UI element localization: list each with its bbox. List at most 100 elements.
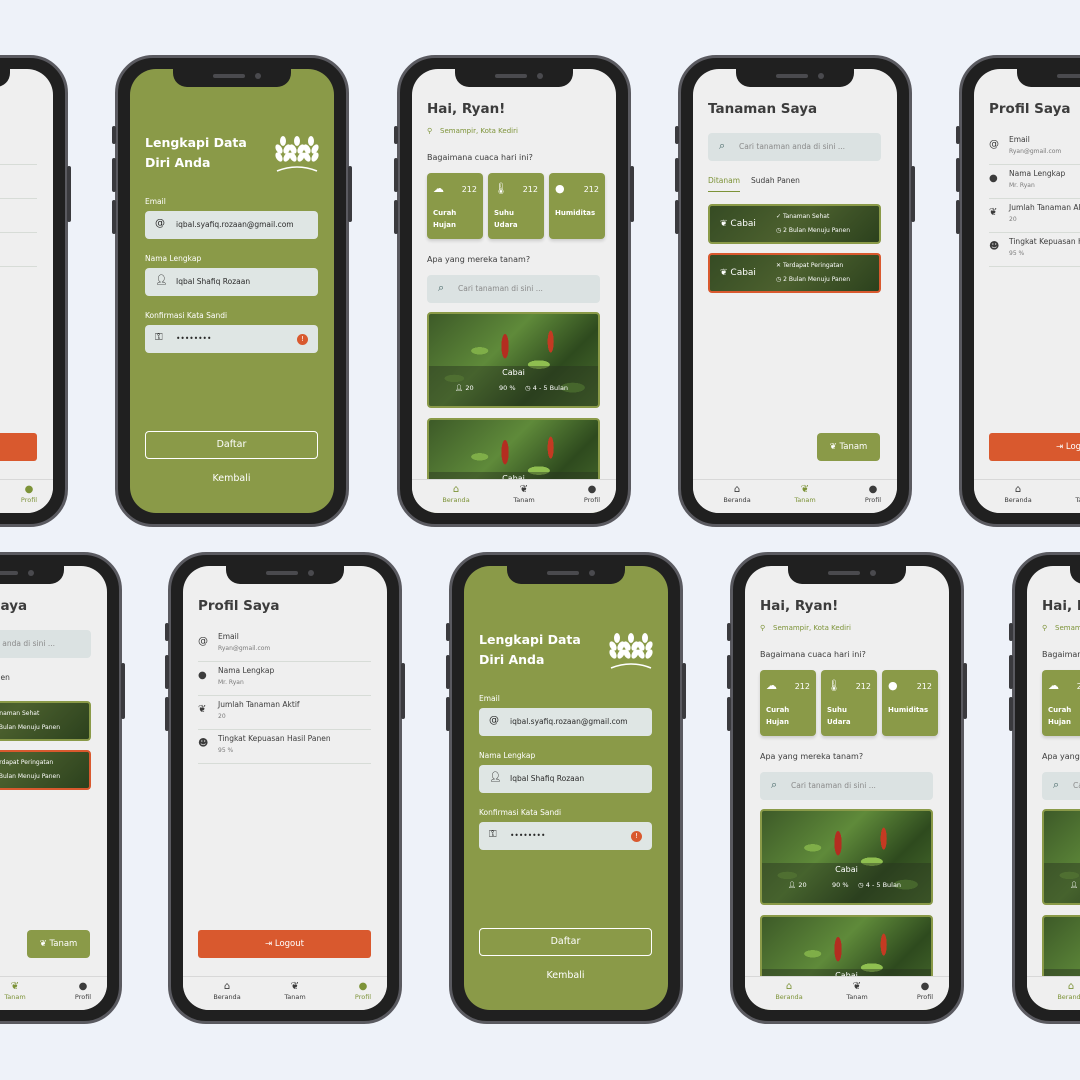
email-field[interactable]: @ iqbal.syafiq.rozaan@gmail.com <box>145 211 318 239</box>
cloud-rain-icon: ☁ <box>1048 679 1059 692</box>
pw-field[interactable]: ⚿ ••••••••! <box>145 325 318 353</box>
tab-sudah-panen[interactable]: Sudah Panen <box>0 673 10 682</box>
nav-beranda[interactable]: ⌂Beranda <box>988 484 1048 504</box>
bottom-nav: ⌂Beranda ❦Tanam ●Profil <box>745 976 949 1010</box>
nav-tanam[interactable]: ❦Tanam <box>827 981 887 1001</box>
plant-question: Apa yang mereka tanam? <box>760 752 864 761</box>
nav-beranda[interactable]: ⌂Beranda <box>707 484 767 504</box>
form-title: Lengkapi Data Diri Anda <box>479 632 581 667</box>
page-title: Tanaman Saya <box>708 101 818 117</box>
phone-mockup-tanam: Tanaman Saya⌕Cari tanaman anda di sini .… <box>0 552 125 1024</box>
screen-form: Lengkapi Data Diri Anda Email @ iqbal.syafiq… <box>130 69 334 513</box>
screen-home: Hai, Ryan! ⚲ Semampir, Kota Kediri Bagaiman… <box>745 566 949 1010</box>
home-icon: ⌂ <box>223 981 231 992</box>
nav-tanam[interactable]: ❦Tanam <box>0 981 45 1001</box>
plant-card[interactable]: Cabai 👤︎ 20 90 % ◷ 4 - 5 Bulan <box>1042 809 1080 905</box>
screen-tanam: Tanaman Saya⌕Cari tanaman anda di sini .… <box>0 566 107 1010</box>
field-icon: 👤︎ <box>155 275 168 286</box>
daftar-button[interactable]: Daftar <box>145 431 318 459</box>
nav-beranda[interactable]: ⌂Beranda <box>426 484 486 504</box>
greeting-title: Hai, Ryan! <box>427 101 506 117</box>
search-input[interactable]: ⌕ Cari tanaman di sini ... <box>427 275 600 303</box>
weather-question: Bagaimana cuaca hari ini? <box>427 153 533 162</box>
kembali-link[interactable]: Kembali <box>479 970 652 981</box>
search-input[interactable]: ⌕ Cari tanaman di sini ... <box>1042 772 1080 800</box>
name-label: Nama Lengkap <box>479 751 536 760</box>
logout-button[interactable]: ⇥ Logout <box>989 433 1080 461</box>
nav-tanam[interactable]: ❦Tanam <box>775 484 835 504</box>
phone-mockup-profil: Profil Saya@EmailRyan@gmail.com●Nama Len… <box>0 55 71 527</box>
nav-profil[interactable]: ● Profil <box>333 981 387 1001</box>
screen-tanam: Tanaman Saya ⌕Cari tanaman anda di sini .… <box>693 69 897 513</box>
nav-profil[interactable]: ● Profil <box>0 484 53 504</box>
nav-profil[interactable]: ● Profil <box>843 484 897 504</box>
row-value: 95 % <box>1009 250 1025 257</box>
phone-mockup-profil: Profil Saya@EmailRyan@gmail.com●Nama Len… <box>165 552 405 1024</box>
plant-name: Cabai <box>502 368 525 377</box>
harvest-time: ◷ 2 Bulan Menuju Panen <box>776 276 851 283</box>
nav-tanam[interactable]: ❦Tanam <box>494 484 554 504</box>
status-text: ✓ Tanaman Sehat <box>0 710 40 717</box>
plant-question: Apa yang mereka tanam? <box>427 255 531 264</box>
nav-tanam[interactable]: ❦Tanam <box>265 981 325 1001</box>
nav-profil[interactable]: ● Profil <box>562 484 616 504</box>
tanam-button[interactable]: ❦ Tanam <box>817 433 880 461</box>
row-label: Nama Lengkap <box>1009 169 1066 178</box>
name-label: Nama Lengkap <box>145 254 202 263</box>
plant-card[interactable]: Cabai 👤︎ 20 90 % ◷ 4 - 5 Bulan <box>760 809 933 905</box>
my-plant-card[interactable]: ❦ Cabai ✓ Tanaman Sehat ◷ 2 Bulan Menuju… <box>0 701 91 741</box>
home-icon: ⌂ <box>452 484 460 495</box>
my-plant-card[interactable]: ❦ Cabai ✓ Tanaman Sehat ◷ 2 Bulan Menuju… <box>708 204 881 244</box>
logout-button[interactable]: ⇥ Logout <box>0 433 37 461</box>
location-text: Semampir, Kota Kediri <box>773 624 851 632</box>
nav-profil[interactable]: ● Profil <box>53 981 107 1001</box>
nav-beranda[interactable]: ⌂Beranda <box>759 981 819 1001</box>
field-value: Iqbal Shafiq Rozaan <box>176 277 251 286</box>
field-icon: @ <box>489 715 499 726</box>
daftar-button[interactable]: Daftar <box>479 928 652 956</box>
nav-beranda[interactable]: ⌂Beranda <box>1041 981 1080 1001</box>
search-input[interactable]: ⌕ Cari tanaman di sini ... <box>760 772 933 800</box>
nav-profil[interactable]: ● Profil <box>895 981 949 1001</box>
logout-button[interactable]: ⇥ Logout <box>198 930 371 958</box>
user-icon: ● <box>868 484 878 495</box>
search-icon: ⌕ <box>771 778 778 791</box>
pw-label: Konfirmasi Kata Sandi <box>145 311 228 320</box>
droplet-icon: ● <box>888 679 898 692</box>
nav-beranda[interactable]: ⌂Beranda <box>197 981 257 1001</box>
nav-tanam[interactable]: ❦Tanam <box>1056 484 1080 504</box>
phone-mockup-tanam: Tanaman Saya ⌕Cari tanaman anda di sini .… <box>675 55 915 527</box>
profile-row: @ Email Ryan@gmail.com <box>989 135 1080 165</box>
bottom-nav: ⌂Beranda❦Tanam●Profil <box>0 479 53 513</box>
weather-name: Curah Hujan <box>1048 706 1072 726</box>
tanam-button[interactable]: ❦ Tanam <box>27 930 90 958</box>
profile-row: ❦ Jumlah Tanaman Aktif 20 <box>989 203 1080 233</box>
name-field[interactable]: 👤︎ Iqbal Shafiq Rozaan <box>479 765 652 793</box>
nav-label: Tanam <box>794 496 816 504</box>
search-placeholder: Cari tanaman di sini ... <box>1073 781 1080 790</box>
field-icon: 👤︎ <box>489 772 502 783</box>
nav-label: Profil <box>20 496 38 504</box>
plant-name: Cabai <box>835 865 858 874</box>
thermometer-icon: 🌡︎ <box>827 679 841 692</box>
tab-ditanam[interactable]: Ditanam <box>708 176 741 192</box>
name-field[interactable]: 👤︎ Iqbal Shafiq Rozaan <box>145 268 318 296</box>
row-icon: ● <box>198 670 207 681</box>
plant-card[interactable]: Cabai 👤︎ 20 90 % ◷ 4 - 5 Bulan <box>427 312 600 408</box>
weather-value: 212 <box>794 682 810 691</box>
nav-label: Profil <box>354 993 372 1001</box>
plant-name: ❦ Cabai <box>720 219 756 229</box>
pw-field[interactable]: ⚿ ••••••••! <box>479 822 652 850</box>
page-title: Profil Saya <box>198 598 280 614</box>
screen-profil: Profil Saya @ Email Ryan@gmail.com ● Nama Len… <box>183 566 387 1010</box>
kembali-link[interactable]: Kembali <box>145 473 318 484</box>
weather-card: ☁212Curah Hujan <box>1042 670 1080 736</box>
email-field[interactable]: @ iqbal.syafiq.rozaan@gmail.com <box>479 708 652 736</box>
row-value: Ryan@gmail.com <box>218 645 271 652</box>
search-input[interactable]: ⌕Cari tanaman anda di sini ... <box>0 630 91 658</box>
row-value: Mr. Ryan <box>1009 182 1035 189</box>
my-plant-card[interactable]: ❦ Cabai ✕ Terdapat Peringatan ◷ 2 Bulan … <box>708 253 881 293</box>
search-input[interactable]: ⌕Cari tanaman anda di sini ... <box>708 133 881 161</box>
tab-sudah-panen[interactable]: Sudah Panen <box>751 176 800 185</box>
my-plant-card[interactable]: ❦ Cabai ✕ Terdapat Peringatan ◷ 2 Bulan … <box>0 750 91 790</box>
